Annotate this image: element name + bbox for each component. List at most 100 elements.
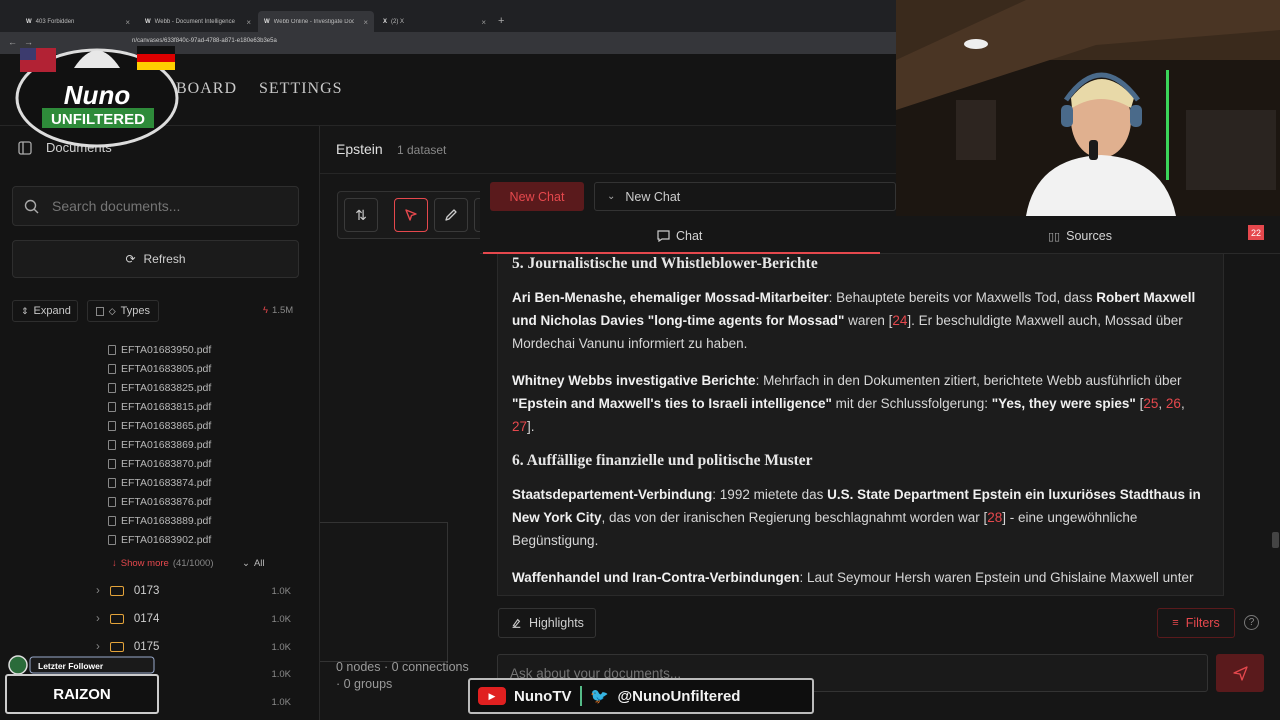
- close-icon[interactable]: ×: [481, 18, 486, 27]
- tag-icon: ◇: [108, 305, 116, 316]
- file-item[interactable]: EFTA01683950.pdf: [108, 340, 211, 359]
- book-icon: ▯▯: [1048, 230, 1061, 243]
- message-paragraph: Whitney Webbs investigative Berichte: Me…: [512, 373, 1185, 434]
- folder-row[interactable]: › 0174 1.0K: [96, 613, 291, 625]
- canvas-minimap[interactable]: [320, 522, 448, 662]
- send-button[interactable]: [1216, 654, 1264, 692]
- close-icon[interactable]: ×: [363, 18, 368, 27]
- message-paragraph: Waffenhandel und Iran-Contra-Verbindunge…: [512, 570, 1194, 595]
- file-icon: [108, 363, 116, 374]
- checkbox-icon: [96, 306, 104, 316]
- nav-board[interactable]: BOARD: [176, 80, 237, 98]
- chevrons-icon: ⌄: [242, 558, 250, 569]
- canvas-title: Epstein: [336, 141, 383, 157]
- cursor-icon: [405, 209, 417, 221]
- tab-sources[interactable]: ▯▯ Sources: [1048, 229, 1112, 243]
- search-icon: [24, 199, 39, 214]
- file-item[interactable]: EFTA01683874.pdf: [108, 473, 211, 492]
- chevron-down-icon: ⌄: [607, 191, 616, 202]
- file-item[interactable]: EFTA01683876.pdf: [108, 492, 211, 511]
- citation-link[interactable]: 26: [1166, 396, 1181, 411]
- refresh-button[interactable]: ⟳ Refresh: [12, 240, 299, 278]
- file-item[interactable]: EFTA01683825.pdf: [108, 378, 211, 397]
- sliders-icon: ≡: [1172, 617, 1179, 629]
- tool-select-button[interactable]: [394, 198, 428, 232]
- file-icon: [108, 534, 116, 545]
- file-icon: [108, 382, 116, 393]
- new-chat-button[interactable]: New Chat: [490, 182, 584, 211]
- section-heading: 5. Journalistische und Whistleblower-Ber…: [512, 255, 818, 272]
- send-icon: [1232, 665, 1248, 681]
- tool-pen-button[interactable]: [434, 198, 468, 232]
- file-item[interactable]: EFTA01683889.pdf: [108, 511, 211, 530]
- scrollbar-thumb[interactable]: [1272, 532, 1279, 548]
- document-count: ϟ 1.5M: [263, 305, 294, 316]
- file-icon: [108, 515, 116, 526]
- file-item[interactable]: EFTA01683805.pdf: [108, 359, 211, 378]
- chevron-right-icon: ›: [96, 585, 100, 597]
- browser-tab-active[interactable]: W Webb Online - Investigate Doc ×: [258, 11, 374, 33]
- expand-button[interactable]: ⇕ Expand: [12, 300, 78, 322]
- youtube-icon: ▶: [478, 687, 506, 705]
- folder-icon: [109, 614, 124, 624]
- streamer-logo: Nuno UNFILTERED: [15, 46, 179, 148]
- webcam-image: [896, 0, 1280, 216]
- social-bar: ▶ NunoTV 🐦 @NunoUnfiltered: [468, 678, 814, 714]
- citation-link[interactable]: 27: [512, 419, 527, 434]
- chat-bubble-icon: [657, 230, 670, 242]
- file-item[interactable]: EFTA01683865.pdf: [108, 416, 211, 435]
- twitter-handle: @NunoUnfiltered: [617, 687, 741, 705]
- chat-selector[interactable]: ⌄ New Chat: [594, 182, 896, 211]
- help-icon[interactable]: ?: [1244, 615, 1259, 630]
- webcam-feed: [896, 0, 1280, 216]
- file-item[interactable]: EFTA01683869.pdf: [108, 435, 211, 454]
- follower-title: Letzter Follower: [38, 661, 104, 671]
- browser-tab[interactable]: X (2) X ×: [377, 13, 492, 31]
- sources-count-badge: 22: [1248, 225, 1264, 240]
- file-icon: [108, 458, 116, 469]
- tab-favicon-icon: W: [145, 19, 151, 25]
- close-icon[interactable]: ×: [246, 18, 251, 27]
- show-all-button[interactable]: ⌄ All: [242, 558, 265, 569]
- file-list: EFTA01683950.pdf EFTA01683805.pdf EFTA0168…: [108, 340, 211, 549]
- chevron-right-icon: ›: [96, 641, 100, 653]
- dataset-count: 1 dataset: [397, 143, 447, 157]
- citation-link[interactable]: 28: [987, 510, 1002, 525]
- file-item[interactable]: EFTA01683870.pdf: [108, 454, 211, 473]
- search-input[interactable]: [52, 198, 282, 214]
- highlights-button[interactable]: Highlights: [498, 608, 596, 638]
- file-icon: [108, 496, 116, 507]
- show-more-button[interactable]: ↓ Show more (41/1000): [112, 558, 213, 569]
- x-logo-icon: X: [383, 19, 388, 25]
- file-item[interactable]: EFTA01683902.pdf: [108, 530, 211, 549]
- chevron-right-icon: ›: [96, 613, 100, 625]
- file-icon: [108, 344, 116, 355]
- new-tab-icon[interactable]: +: [498, 15, 504, 27]
- folder-icon: [109, 586, 124, 596]
- tool-layout-button[interactable]: ⇅: [344, 198, 378, 232]
- nav-settings[interactable]: SETTINGS: [259, 80, 343, 98]
- message-paragraph: Ari Ben-Menashe, ehemaliger Mossad-Mitar…: [512, 290, 1196, 351]
- logo-line1: Nuno: [64, 80, 131, 110]
- expand-icon: ⇕: [21, 305, 29, 316]
- folder-icon: [109, 642, 124, 652]
- last-follower-widget: Letzter Follower RAIZON: [5, 655, 159, 714]
- filters-button[interactable]: ≡ Filters: [1157, 608, 1235, 638]
- folder-row[interactable]: › 0175 1.0K: [96, 641, 291, 653]
- arrow-down-icon: ↓: [112, 558, 117, 569]
- file-item[interactable]: EFTA01683815.pdf: [108, 397, 211, 416]
- types-button[interactable]: ◇ Types: [87, 300, 159, 322]
- tab-favicon-icon: W: [264, 19, 270, 25]
- close-icon[interactable]: ×: [125, 18, 130, 27]
- citation-link[interactable]: 25: [1143, 396, 1158, 411]
- chat-tabs: [480, 222, 1280, 254]
- folder-row[interactable]: › 0173 1.0K: [96, 585, 291, 597]
- youtube-handle: NunoTV: [514, 687, 572, 705]
- twitter-icon: 🐦: [590, 688, 609, 705]
- section-heading: 6. Auffällige finanzielle und politische…: [512, 452, 813, 469]
- citation-link[interactable]: 24: [892, 313, 907, 328]
- tab-favicon-icon: W: [26, 19, 32, 25]
- file-icon: [108, 420, 116, 431]
- file-icon: [108, 401, 116, 412]
- tab-chat[interactable]: Chat: [657, 229, 702, 243]
